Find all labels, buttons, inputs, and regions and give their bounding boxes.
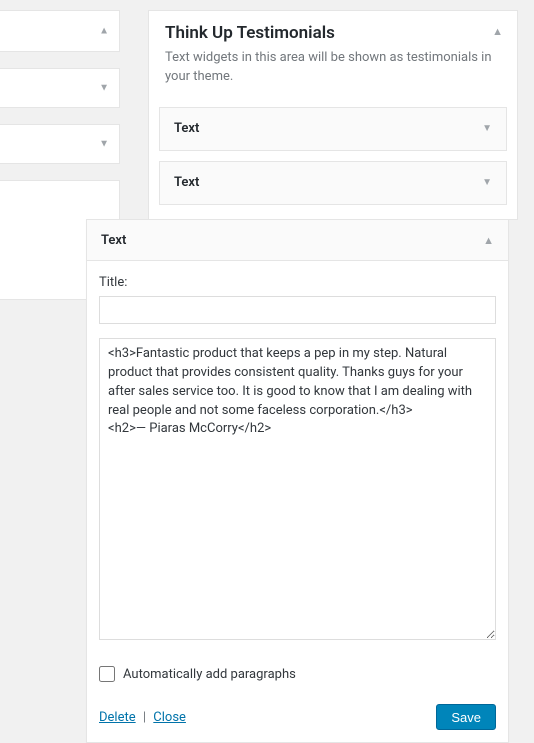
widget-item-label: Text <box>174 121 199 136</box>
widget-area-header[interactable]: Think Up Testimonials ▲ Text widgets in … <box>149 11 517 97</box>
sidebar-box[interactable]: ▼ <box>0 124 120 164</box>
widget-area-panel: Think Up Testimonials ▲ Text widgets in … <box>148 10 518 220</box>
widget-area-title: Think Up Testimonials <box>165 23 501 43</box>
title-input[interactable] <box>99 296 496 324</box>
caret-up-icon: ▲ <box>492 25 503 38</box>
autop-row: Automatically add paragraphs <box>99 666 496 682</box>
widget-item[interactable]: Text ▼ <box>159 107 507 151</box>
title-field-label: Title: <box>99 275 496 290</box>
separator: | <box>143 710 146 725</box>
caret-down-icon: ▼ <box>99 139 109 150</box>
widget-editor-header[interactable]: Text ▲ <box>87 220 508 261</box>
widget-area-description: Text widgets in this area will be shown … <box>165 49 501 87</box>
close-link[interactable]: Close <box>153 710 186 725</box>
sidebar-box[interactable]: ▲ <box>0 10 120 52</box>
widget-editor-title: Text <box>101 233 126 248</box>
editor-links: Delete | Close <box>99 710 186 725</box>
widget-editor-panel: Text ▲ Title: Automatically add paragrap… <box>86 219 509 743</box>
sidebar-box[interactable]: ▼ <box>0 68 120 108</box>
caret-down-icon: ▼ <box>482 123 492 134</box>
editor-footer: Delete | Close Save <box>99 704 496 730</box>
widget-area-body: Text ▼ Text ▼ <box>149 107 517 219</box>
save-button[interactable]: Save <box>436 704 496 730</box>
autop-label[interactable]: Automatically add paragraphs <box>123 667 296 682</box>
caret-down-icon: ▼ <box>482 177 492 188</box>
content-textarea[interactable] <box>99 338 496 640</box>
widget-editor-body: Title: Automatically add paragraphs Dele… <box>87 261 508 742</box>
caret-up-icon: ▲ <box>483 234 494 247</box>
caret-down-icon: ▼ <box>99 83 109 94</box>
autop-checkbox[interactable] <box>99 666 115 682</box>
widget-item[interactable]: Text ▼ <box>159 161 507 205</box>
widget-item-label: Text <box>174 175 199 190</box>
caret-up-icon: ▲ <box>99 26 109 37</box>
delete-link[interactable]: Delete <box>99 710 136 725</box>
